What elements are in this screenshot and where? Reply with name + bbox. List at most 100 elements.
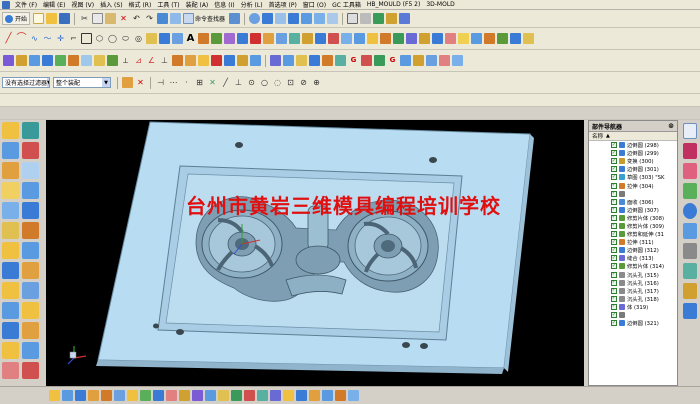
information-icon[interactable] (322, 390, 333, 401)
point-icon[interactable]: ✛ (55, 33, 66, 44)
smooth-icon[interactable] (276, 33, 287, 44)
snap-end-icon[interactable]: ⊣ (155, 77, 166, 88)
redo-icon[interactable]: ↷ (144, 13, 155, 24)
intersection-curve-icon[interactable] (172, 33, 183, 44)
extrude-icon[interactable] (406, 33, 417, 44)
feature-row[interactable]: ✓ 边倒圆 (312) (589, 246, 677, 254)
snap-intersection-icon[interactable]: ✕ (207, 77, 218, 88)
divide-curve-icon[interactable] (250, 33, 261, 44)
snap-grid-icon[interactable]: ⊞ (194, 77, 205, 88)
feature-row[interactable]: ✓ 沉头孔 (318) (589, 295, 677, 303)
through-curves-icon[interactable] (3, 55, 14, 66)
palette-icon[interactable] (683, 203, 697, 219)
visibility-checkbox[interactable]: ✓ (611, 142, 617, 149)
split-icon[interactable] (2, 262, 19, 279)
layer-icon[interactable] (218, 390, 229, 401)
measure-angle-icon[interactable] (283, 55, 294, 66)
name-column-header[interactable]: 名称 ▲ (589, 132, 677, 141)
slot-icon[interactable] (22, 182, 39, 199)
expression-icon[interactable] (309, 390, 320, 401)
menu-hb-mould[interactable]: HB_MOULD (F5 2) (364, 1, 423, 8)
draft-icon[interactable] (2, 242, 19, 259)
menu-preferences[interactable]: 首选项 (P) (266, 0, 300, 9)
command-finder-label[interactable]: 命令查找器 (195, 14, 225, 23)
circle-icon[interactable]: ◯ (107, 33, 118, 44)
process-icon[interactable] (683, 243, 697, 259)
cavity-icon[interactable] (413, 55, 424, 66)
pan-icon[interactable] (301, 13, 313, 24)
menu-3d-mold[interactable]: 3D-MOLD (423, 1, 457, 8)
arc-icon[interactable]: ⌒ (16, 33, 27, 44)
sew-icon[interactable] (2, 282, 19, 299)
fit-view-icon[interactable] (262, 13, 274, 24)
intersect-icon[interactable] (497, 33, 508, 44)
layer-icon[interactable] (347, 13, 359, 24)
menu-format[interactable]: 格式 (R) (126, 0, 155, 9)
visibility-checkbox[interactable]: ✓ (611, 190, 617, 197)
chamfer-icon[interactable] (2, 222, 19, 239)
visibility-checkbox[interactable]: ✓ (611, 158, 617, 165)
orient-icon[interactable] (314, 13, 326, 24)
selection-filter-dropdown[interactable]: 没有选择过滤器 ▼ (2, 77, 50, 88)
datum-axis-icon[interactable] (315, 33, 326, 44)
bridge-icon[interactable] (198, 33, 209, 44)
menu-tools[interactable]: 工具 (T) (154, 0, 182, 9)
datum-plane-icon[interactable] (302, 33, 313, 44)
snap-mid-icon[interactable]: ⋯ (168, 77, 179, 88)
visibility-checkbox[interactable]: ✓ (611, 166, 617, 173)
cone-icon[interactable] (380, 33, 391, 44)
feature-row[interactable]: ✓ 沉头孔 (316) (589, 279, 677, 287)
feature-row[interactable]: ✓ 沉头孔 (315) (589, 271, 677, 279)
extrude-icon[interactable] (22, 122, 39, 139)
polygon-icon[interactable]: ⬡ (94, 33, 105, 44)
menu-window[interactable]: 窗口 (O) (300, 0, 329, 9)
visibility-checkbox[interactable]: ✓ (611, 214, 617, 221)
studio-surface-icon[interactable] (81, 55, 92, 66)
reuse-icon[interactable] (683, 163, 697, 179)
wcs-icon[interactable] (205, 390, 216, 401)
offset-icon[interactable] (22, 262, 39, 279)
line-icon[interactable]: ╱ (3, 33, 14, 44)
pin-icon[interactable] (523, 33, 534, 44)
feature-row[interactable]: ✓ 体 (319) (589, 303, 677, 311)
boss-icon[interactable] (2, 162, 19, 179)
shaded-icon[interactable] (249, 13, 261, 24)
deselect-icon[interactable]: ✕ (135, 77, 146, 88)
section-icon[interactable] (289, 33, 300, 44)
pattern-icon[interactable] (22, 302, 39, 319)
render-icon[interactable] (22, 362, 39, 379)
feature-row[interactable]: ✓ 修剪片体 (308) (589, 214, 677, 222)
project-curve-icon[interactable] (159, 33, 170, 44)
menu-analysis[interactable]: 分析 (L) (238, 0, 266, 9)
analysis-icon[interactable] (335, 390, 346, 401)
snap-face-icon[interactable]: ⊡ (285, 77, 296, 88)
visibility-checkbox[interactable]: ✓ (611, 174, 617, 181)
trim-curve-icon[interactable] (237, 33, 248, 44)
drafting-icon[interactable] (192, 390, 203, 401)
text-icon[interactable]: A (185, 33, 196, 44)
insert-icon[interactable] (426, 55, 437, 66)
snap-point-icon[interactable]: · (181, 77, 192, 88)
measure-distance-icon[interactable] (270, 55, 281, 66)
show-hide-icon[interactable] (231, 390, 242, 401)
sketch-icon[interactable] (2, 122, 19, 139)
new-file-icon[interactable] (33, 13, 45, 24)
visibility-checkbox[interactable]: ✓ (611, 198, 617, 205)
graphics-viewport[interactable]: 台州市黄岩三维模具编程培训学校 (46, 120, 584, 386)
feature-row[interactable]: ✓ 边倒圆 (298) (589, 141, 677, 149)
delete-icon[interactable]: ✕ (118, 13, 129, 24)
visibility-checkbox[interactable]: ✓ (611, 279, 617, 286)
trim-sheet-icon[interactable] (107, 55, 118, 66)
cube-view-icon[interactable] (229, 13, 241, 24)
gw2-icon[interactable]: G (387, 55, 398, 66)
menu-view[interactable]: 视图 (V) (68, 0, 97, 9)
constraint-icon[interactable] (140, 390, 151, 401)
gw-icon[interactable]: G (348, 55, 359, 66)
roles-icon[interactable] (683, 183, 697, 199)
cylinder-icon[interactable] (367, 33, 378, 44)
constraint-icon[interactable]: ⊥ (159, 55, 170, 66)
draft-analysis-icon[interactable] (335, 55, 346, 66)
wave-icon[interactable] (296, 390, 307, 401)
sew-icon[interactable] (172, 55, 183, 66)
unite-icon[interactable] (471, 33, 482, 44)
